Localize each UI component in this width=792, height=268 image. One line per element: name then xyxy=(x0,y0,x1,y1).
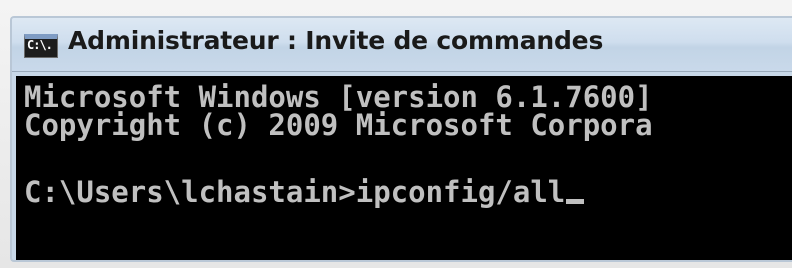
console-command[interactable]: ipconfig/all xyxy=(356,175,566,209)
window-titlebar[interactable]: C:\. Administrateur : Invite de commande… xyxy=(12,18,792,72)
console-input-line[interactable]: C:\Users\lchastain>ipconfig/all xyxy=(24,175,585,209)
screen-background: C:\. Administrateur : Invite de commande… xyxy=(0,0,792,268)
cmd-console-icon[interactable]: C:\. xyxy=(24,34,58,58)
console-line-copyright: Copyright (c) 2009 Microsoft Corpora xyxy=(24,108,653,142)
command-prompt-window[interactable]: C:\. Administrateur : Invite de commande… xyxy=(10,16,792,262)
console-prompt: C:\Users\lchastain> xyxy=(24,175,356,209)
text-cursor xyxy=(566,199,585,204)
console-output-area[interactable]: Microsoft Windows [version 6.1.7600] Cop… xyxy=(16,76,792,260)
cmd-icon-text: C:\. xyxy=(27,38,53,52)
window-title: Administrateur : Invite de commandes xyxy=(68,26,604,55)
